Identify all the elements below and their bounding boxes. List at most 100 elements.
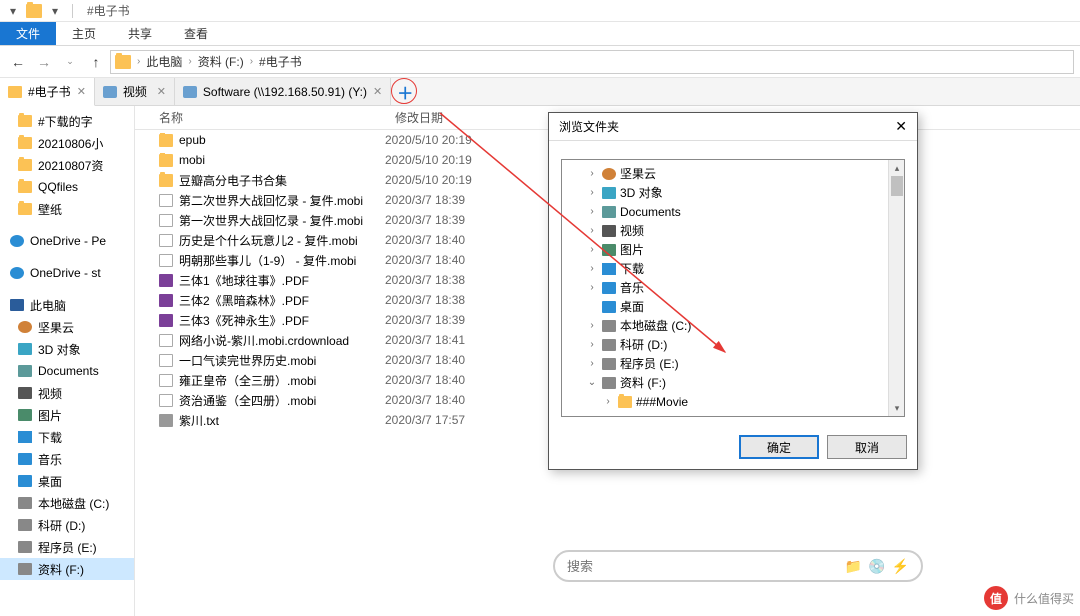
sidebar-item[interactable]: #下载的字 xyxy=(0,110,134,132)
breadcrumb[interactable]: #电子书 xyxy=(255,53,306,70)
3d-icon xyxy=(602,187,616,199)
expand-icon[interactable]: › xyxy=(586,282,598,293)
scroll-down-icon[interactable]: ▾ xyxy=(889,400,905,416)
qat-caret-icon[interactable]: ▾ xyxy=(4,2,22,20)
cancel-button[interactable]: 取消 xyxy=(827,435,907,459)
tree-item[interactable]: ›程序员 (E:) xyxy=(562,354,904,373)
scrollbar[interactable]: ▴ ▾ xyxy=(888,160,904,416)
explorer-tab[interactable]: #电子书✕ xyxy=(0,78,95,106)
tree-item[interactable]: ›3D 对象 xyxy=(562,183,904,202)
disc-icon[interactable]: 💿 xyxy=(868,558,885,575)
chevron-icon[interactable]: › xyxy=(137,56,140,67)
tree-item[interactable]: ›图片 xyxy=(562,240,904,259)
expand-icon[interactable]: › xyxy=(586,320,598,331)
folder-icon xyxy=(18,137,32,149)
expand-icon[interactable]: › xyxy=(586,225,598,236)
search-input[interactable] xyxy=(567,559,839,574)
sidebar-item[interactable]: 资料 (F:) xyxy=(0,558,134,580)
close-tab-icon[interactable]: ✕ xyxy=(77,85,86,98)
file-name: 明朝那些事儿（1-9） - 复件.mobi xyxy=(179,252,356,269)
tree-item[interactable]: ›###Movie xyxy=(562,392,904,411)
scroll-thumb[interactable] xyxy=(891,176,903,196)
tree-item[interactable]: ›音乐 xyxy=(562,278,904,297)
sidebar-item[interactable]: OneDrive - st xyxy=(0,262,134,284)
new-tab-button[interactable]: ＋ xyxy=(391,78,419,105)
qat-caret2-icon[interactable]: ▾ xyxy=(46,2,64,20)
search-box[interactable]: 📁 💿 ⚡ xyxy=(553,550,923,582)
sidebar-item[interactable]: 20210807资 xyxy=(0,154,134,176)
sidebar-item[interactable]: 桌面 xyxy=(0,470,134,492)
expand-icon[interactable]: › xyxy=(586,244,598,255)
expand-icon[interactable]: › xyxy=(586,358,598,369)
sidebar-item[interactable]: 程序员 (E:) xyxy=(0,536,134,558)
tree-item[interactable]: ›Documents xyxy=(562,202,904,221)
sidebar-item[interactable]: 科研 (D:) xyxy=(0,514,134,536)
folder-small-icon[interactable]: 📁 xyxy=(845,558,862,575)
tree-item[interactable]: ›视频 xyxy=(562,221,904,240)
tree-item[interactable]: ›本地磁盘 (C:) xyxy=(562,316,904,335)
tab-home[interactable]: 主页 xyxy=(56,22,112,45)
sidebar-label: 本地磁盘 (C:) xyxy=(38,495,109,512)
tree-item[interactable]: ›坚果云 xyxy=(562,164,904,183)
expand-icon[interactable]: › xyxy=(586,187,598,198)
sidebar-item[interactable]: Documents xyxy=(0,360,134,382)
folder-tree[interactable]: ›坚果云›3D 对象›Documents›视频›图片›下载›音乐桌面›本地磁盘 … xyxy=(561,159,905,417)
onedrive-icon xyxy=(10,267,24,279)
col-date[interactable]: 修改日期 xyxy=(385,109,535,126)
chevron-icon[interactable]: › xyxy=(188,56,191,67)
sidebar-item[interactable]: 本地磁盘 (C:) xyxy=(0,492,134,514)
scroll-up-icon[interactable]: ▴ xyxy=(889,160,905,176)
sidebar-item[interactable]: 3D 对象 xyxy=(0,338,134,360)
file-date: 2020/3/7 18:40 xyxy=(385,373,535,387)
expand-icon[interactable]: › xyxy=(586,168,598,179)
chevron-icon[interactable]: › xyxy=(250,56,253,67)
file-date: 2020/3/7 18:39 xyxy=(385,193,535,207)
file-icon xyxy=(159,334,173,347)
breadcrumb[interactable]: 资料 (F:) xyxy=(194,53,248,70)
explorer-tab[interactable]: 视频✕ xyxy=(95,78,175,105)
breadcrumb[interactable]: 此电脑 xyxy=(142,53,186,70)
tree-item[interactable]: ⌄资料 (F:) xyxy=(562,373,904,392)
sidebar-item[interactable]: 此电脑 xyxy=(0,294,134,316)
back-button[interactable]: ← xyxy=(6,50,30,74)
sidebar-label: QQfiles xyxy=(38,180,78,194)
sidebar-item[interactable]: 音乐 xyxy=(0,448,134,470)
expand-icon[interactable]: › xyxy=(586,263,598,274)
forward-button[interactable]: → xyxy=(32,50,56,74)
up-button[interactable]: ↑ xyxy=(84,50,108,74)
expand-icon[interactable]: ⌄ xyxy=(586,377,598,388)
explorer-tab[interactable]: Software (\\192.168.50.91) (Y:)✕ xyxy=(175,78,391,105)
sidebar-item[interactable]: 坚果云 xyxy=(0,316,134,338)
sidebar-label: 图片 xyxy=(38,407,62,424)
tree-item[interactable]: ›科研 (D:) xyxy=(562,335,904,354)
sidebar-item[interactable]: 下载 xyxy=(0,426,134,448)
disk-icon xyxy=(602,358,616,370)
file-icon xyxy=(159,374,173,387)
close-tab-icon[interactable]: ✕ xyxy=(373,85,382,98)
lightning-icon[interactable]: ⚡ xyxy=(892,558,909,575)
file-name: 历史是个什么玩意儿2 - 复件.mobi xyxy=(179,232,358,249)
expand-icon[interactable]: › xyxy=(586,206,598,217)
address-bar[interactable]: › 此电脑 › 资料 (F:) › #电子书 xyxy=(110,50,1074,74)
tree-item[interactable]: 桌面 xyxy=(562,297,904,316)
tab-share[interactable]: 共享 xyxy=(112,22,168,45)
expand-icon[interactable]: › xyxy=(586,339,598,350)
sidebar-item[interactable]: QQfiles xyxy=(0,176,134,198)
tab-view[interactable]: 查看 xyxy=(168,22,224,45)
expand-icon[interactable]: › xyxy=(602,396,614,407)
sidebar-item[interactable]: OneDrive - Pe xyxy=(0,230,134,252)
close-button[interactable]: ✕ xyxy=(895,118,907,135)
sidebar-item[interactable]: 壁纸 xyxy=(0,198,134,220)
sidebar-item[interactable]: 20210806小 xyxy=(0,132,134,154)
sidebar-item[interactable]: 图片 xyxy=(0,404,134,426)
file-name: 一口气读完世界历史.mobi xyxy=(179,352,316,369)
recent-dropdown[interactable]: ⌄ xyxy=(58,50,82,74)
tree-item[interactable]: ›下载 xyxy=(562,259,904,278)
sidebar-item[interactable]: 视频 xyxy=(0,382,134,404)
ok-button[interactable]: 确定 xyxy=(739,435,819,459)
col-name[interactable]: 名称 xyxy=(135,109,385,126)
tab-file[interactable]: 文件 xyxy=(0,22,56,45)
close-tab-icon[interactable]: ✕ xyxy=(157,85,166,98)
dialog-titlebar[interactable]: 浏览文件夹 ✕ xyxy=(549,113,917,141)
navigation-pane[interactable]: #下载的字20210806小20210807资 QQfiles 壁纸 OneDrive… xyxy=(0,106,135,616)
